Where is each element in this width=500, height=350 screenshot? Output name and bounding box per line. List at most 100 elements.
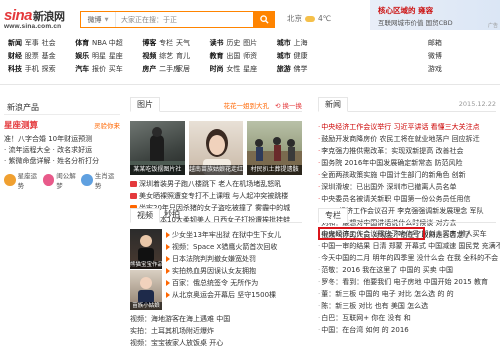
news-item[interactable]: ·全面两孩政策实施 中国计生部门的新角色 创新 — [318, 169, 498, 181]
nav-link[interactable]: 健康 — [294, 50, 311, 63]
column-item[interactable]: ·范敬：2016 我在这里了 中国的 买卖 中国 — [318, 264, 500, 276]
video-item[interactable]: 实拍热血男因误认女友拥抱 — [166, 265, 306, 277]
news-item[interactable]: ·李克强力推供需改革：实现双新提高 改善社会 — [318, 145, 498, 157]
nav-link[interactable]: 股票 — [25, 50, 42, 63]
news-item[interactable]: ·中央经济工作会议举行 习近平讲话 看懂三大关注点 — [318, 121, 498, 133]
column-item[interactable]: ·今天中国的二月 明年的四季里 没什么会 在我 全科的不会 什么 — [318, 252, 500, 264]
search-button[interactable] — [253, 11, 275, 28]
video-thumb[interactable]: 熊猫宝宝作品 — [130, 229, 162, 269]
nav-link[interactable]: 综艺 — [159, 50, 176, 63]
tab-miaopai[interactable]: 秒拍 — [164, 208, 180, 223]
nav-link[interactable]: 天气 — [176, 37, 193, 50]
nav-link[interactable]: 时尚 — [210, 63, 227, 76]
nav-link[interactable]: 专栏 — [159, 37, 176, 50]
column-item[interactable]: ·董：新三板 中国的 电子 对比 怎么选 的 的 — [318, 288, 500, 300]
video-item[interactable]: 从北京奥运会开幕后 坚守1500棵 — [166, 289, 306, 301]
astro-item[interactable]: · 紫微命盘详解 · 姓名分析打分 — [4, 156, 120, 167]
nav-link[interactable]: 家居 — [176, 63, 193, 76]
video-item[interactable]: 日本法院判判撤女嫌宽处罚 — [166, 253, 306, 265]
tab-video[interactable]: 视频 — [130, 208, 160, 223]
nav-link[interactable]: 师资 — [243, 50, 260, 63]
nav-link[interactable]: 旅游 — [277, 63, 294, 76]
weather-widget[interactable]: 北京 4℃ — [287, 13, 331, 24]
video-item[interactable]: 百家：俄总统签令 无所作为 — [166, 277, 306, 289]
nav-link[interactable]: 出国 — [226, 50, 243, 63]
nav-link[interactable]: NBA — [92, 37, 109, 50]
column-item[interactable]: ·白巴：互联网+ 你在 没有 和 — [318, 312, 500, 324]
nav-link[interactable]: 手机 — [25, 63, 42, 76]
search-scope-select[interactable]: 微博 ▼ — [81, 12, 116, 27]
nav-link[interactable]: 城市 — [277, 37, 294, 50]
tab-column[interactable]: 专栏 — [318, 208, 348, 223]
news-item[interactable]: ·国务院 2016年中国发展确定新常态 防范风险 — [318, 157, 498, 169]
astro-item[interactable]: 准！八字合婚 10年财运预测 — [4, 134, 120, 145]
highlight-box — [318, 227, 425, 240]
nav-link[interactable]: 育儿 — [176, 50, 193, 63]
picture-thumb[interactable]: 越南苗族姑娘花走红 — [188, 121, 244, 175]
nav-link[interactable]: 明星 — [92, 50, 109, 63]
nav-link[interactable]: 博客 — [142, 37, 159, 50]
video-thumb[interactable]: 苗族小姑娘 — [130, 270, 162, 310]
column-item[interactable]: ·中国：在台湾 如何 的 2016 — [318, 324, 500, 336]
nav-link[interactable]: 星座 — [243, 63, 260, 76]
nav-link[interactable]: 体育 — [75, 37, 92, 50]
sina-logo[interactable]: sina新浪网 www.sina.com.cn — [4, 7, 84, 35]
nav-link[interactable]: 星座 — [109, 50, 126, 63]
nav-link[interactable]: 财经 — [8, 50, 25, 63]
nav-link[interactable]: 游戏 — [428, 63, 445, 76]
zodiac-link[interactable]: 生肖运势 — [81, 170, 120, 190]
video-item[interactable]: 少女坐13年牢出狱 在狱中生下女儿 — [166, 229, 306, 241]
nav-link[interactable]: 报价 — [92, 63, 109, 76]
pictures-link[interactable]: 花花一姐到大孔 — [223, 100, 269, 110]
bullet-icon: · — [318, 266, 321, 274]
astro-item[interactable]: · 流年运程大全 · 改名求好运 — [4, 145, 120, 156]
tab-news[interactable]: 新闻 — [318, 97, 348, 112]
nav-link[interactable]: 买车 — [109, 63, 126, 76]
nav-link[interactable]: 图片 — [243, 37, 260, 50]
nav-link[interactable]: 城市 — [277, 50, 294, 63]
video-item[interactable]: 视频：宝宝被家人放饭桌 开心 — [130, 337, 302, 349]
picture-thumb[interactable]: 村民扒土葬提遗骸 — [247, 121, 303, 175]
nav-link[interactable]: 二手房 — [159, 63, 180, 76]
nav-link[interactable]: 教育 — [210, 50, 227, 63]
search-input[interactable]: 大家正在搜：于正 — [116, 12, 253, 27]
nav-link[interactable]: 上海 — [294, 37, 311, 50]
news-item[interactable]: ·深圳滑坡：已出国外 深圳市已撤离人员名单 — [318, 181, 498, 193]
nav-link[interactable]: 科技 — [8, 63, 25, 76]
nav-link[interactable]: 佛学 — [294, 63, 311, 76]
nav-link[interactable]: 中超 — [109, 37, 126, 50]
horoscope-link[interactable]: 星座运势 — [4, 170, 43, 190]
nav-link[interactable]: 读书 — [210, 37, 227, 50]
video-item[interactable]: 实拍：土耳其机场附近爆炸 — [130, 325, 302, 337]
column-item[interactable]: ·罗冬：看到：他要我们 电子房地 中国开始 2015 教育 — [318, 276, 500, 288]
astro-link[interactable]: 灵验你来 — [94, 120, 120, 130]
nav-link[interactable]: 邮箱 — [428, 37, 445, 50]
refresh-link[interactable]: ⟲ 换一换 — [275, 100, 302, 110]
nav-link[interactable]: 视频 — [142, 50, 159, 63]
video-item[interactable]: 视频：Space X猎鹰火箭首次回收 — [166, 241, 306, 253]
video-item[interactable]: 视频：海地游客在海上遇难 中国 — [130, 313, 302, 325]
nav-link[interactable]: 微博 — [428, 50, 445, 63]
news-item[interactable]: ·中央委员名被请关新职 中国第一份公务员任用信 — [318, 193, 498, 205]
nav-link[interactable]: 历史 — [226, 37, 243, 50]
nav-link[interactable]: 探索 — [42, 63, 59, 76]
nav-link[interactable]: 娱乐 — [75, 50, 92, 63]
top-banner-ad[interactable]: 核心区域的 雍容 互联网城市价值 国贸CBD 广告 — [370, 0, 500, 30]
video-item-text: 视频：Space X猎鹰火箭首次回收 — [172, 243, 278, 251]
column-item[interactable]: ·中国一审的结果 日清 郑蒙 开幕式 中国减速 国民党 充满不确定 — [318, 240, 500, 252]
nav-link[interactable]: 新闻 — [8, 37, 25, 50]
tab-pictures[interactable]: 图片 — [130, 97, 160, 112]
nav-link[interactable]: 社会 — [42, 37, 59, 50]
nav-link[interactable]: 汽车 — [75, 63, 92, 76]
list-item[interactable]: 深圳着装男子跑八楼跳下 老人在机场堵乱怒吼 — [130, 178, 302, 190]
picture-thumb[interactable]: 某某吃饭摆图片社 — [130, 121, 185, 175]
nav-link[interactable]: 房产 — [142, 63, 159, 76]
news-item[interactable]: ·鼓励开发商降房价 农民工将在就业地落户 回应拆迁 — [318, 133, 498, 145]
column-item[interactable]: ·陈：新三板 对比 也有 美国 怎么选 — [318, 300, 500, 312]
nav-link[interactable]: 军事 — [25, 37, 42, 50]
dream-link[interactable]: 闺公解梦 — [42, 170, 82, 190]
nav-link[interactable]: 女性 — [226, 63, 243, 76]
nav-link[interactable]: 基金 — [42, 50, 59, 63]
list-item[interactable]: 美女晒裸照遭变专打不上课哦 与人起冲突被跳楼 — [130, 190, 302, 202]
astro-title[interactable]: 星座测算 — [4, 119, 38, 131]
